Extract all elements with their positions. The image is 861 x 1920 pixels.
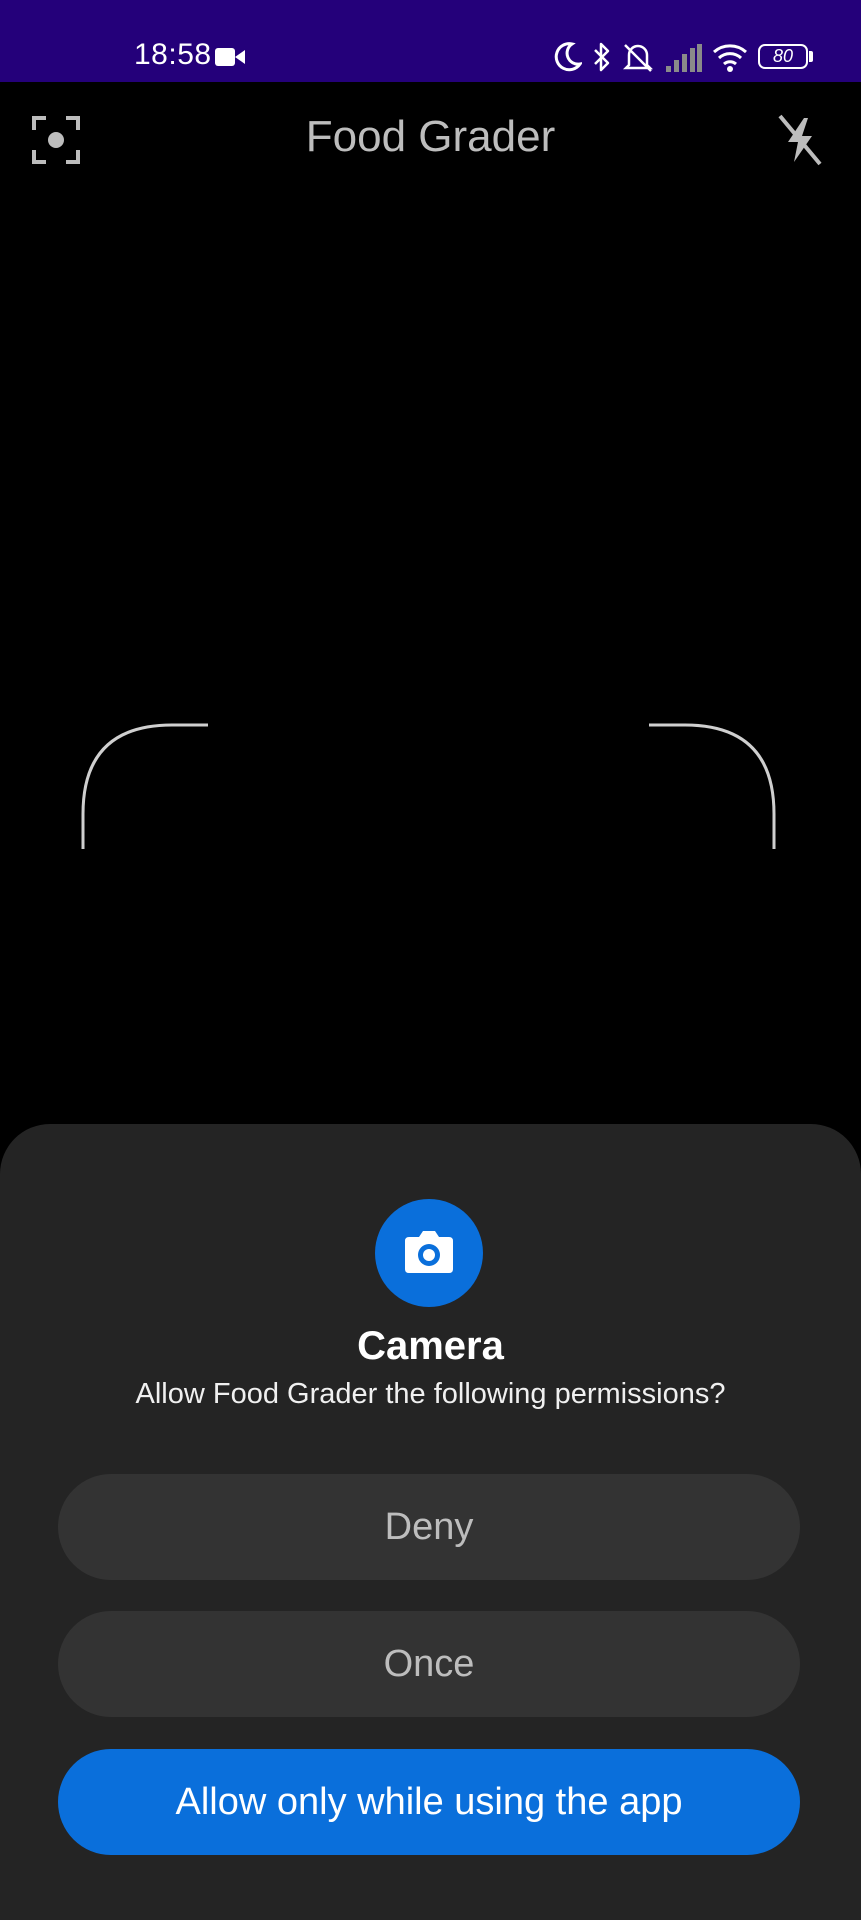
app-title: Food Grader — [305, 112, 556, 161]
permission-icon — [375, 1199, 483, 1307]
battery-level: 80 — [772, 46, 794, 66]
video-camera-icon — [215, 48, 245, 66]
viewfinder-corner-top-right — [649, 723, 776, 849]
permission-message: Allow Food Grader the following permissi… — [135, 1378, 726, 1410]
allow-while-using-button[interactable]: Allow only while using the app — [58, 1749, 800, 1855]
mute-icon — [622, 44, 654, 72]
once-button[interactable]: Once — [58, 1611, 800, 1717]
wifi-icon — [713, 44, 747, 72]
bluetooth-icon — [594, 42, 610, 72]
deny-button[interactable]: Deny — [58, 1474, 800, 1580]
camera-icon — [405, 1231, 453, 1273]
flash-toggle-button[interactable] — [774, 112, 826, 168]
moon-icon — [554, 42, 582, 72]
permission-title: Camera — [357, 1324, 504, 1368]
signal-icon — [666, 44, 702, 72]
viewfinder-corner-top-left — [81, 723, 208, 849]
flash-off-icon — [778, 114, 822, 166]
status-bar: 18:58 80 — [0, 0, 861, 82]
